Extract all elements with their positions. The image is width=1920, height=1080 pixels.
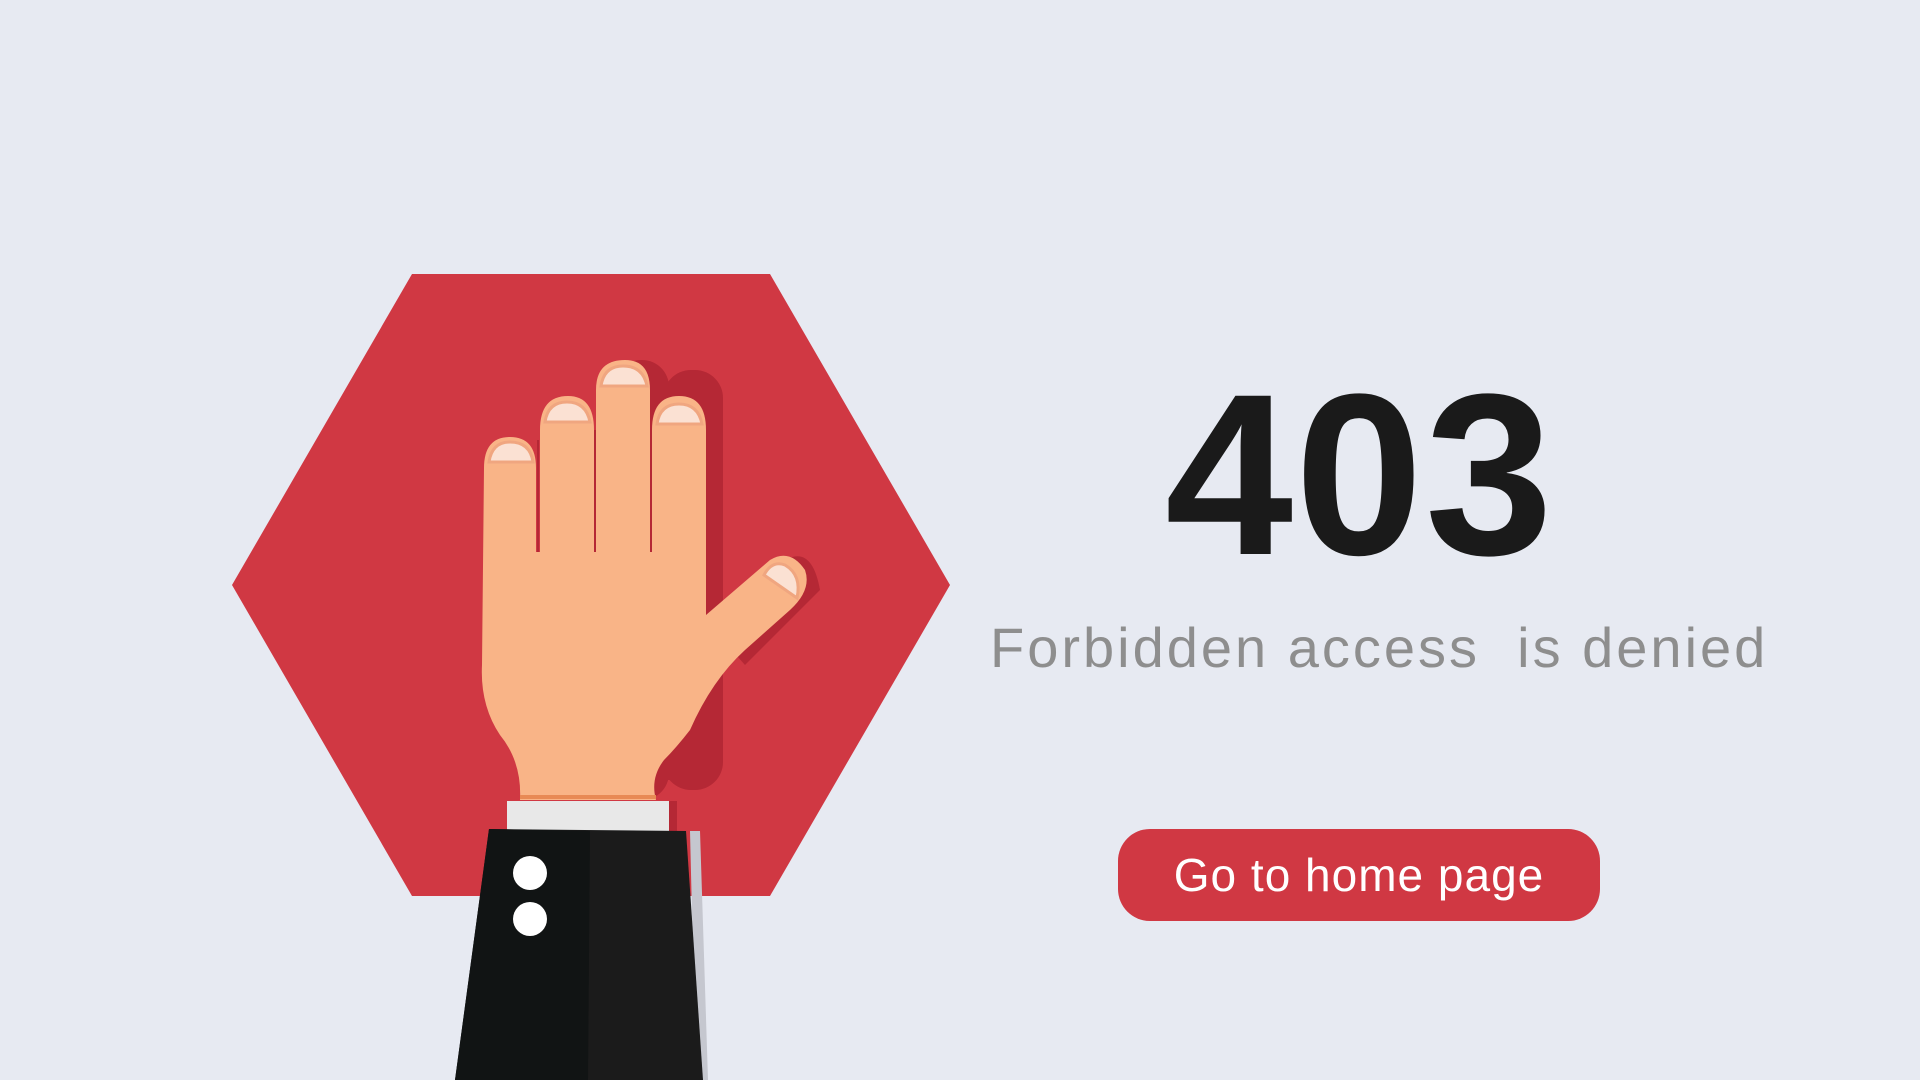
error-page: 403 Forbidden access is denied Go to hom…: [0, 0, 1920, 1080]
sleeve-button-2: [513, 902, 547, 936]
shirt-cuff: [507, 801, 669, 831]
stop-hand-illustration: [232, 274, 950, 1080]
error-code: 403: [1165, 346, 1555, 603]
error-message: Forbidden access is denied: [990, 616, 1769, 679]
go-home-button[interactable]: Go to home page: [1118, 829, 1600, 921]
sleeve-button-1: [513, 856, 547, 890]
